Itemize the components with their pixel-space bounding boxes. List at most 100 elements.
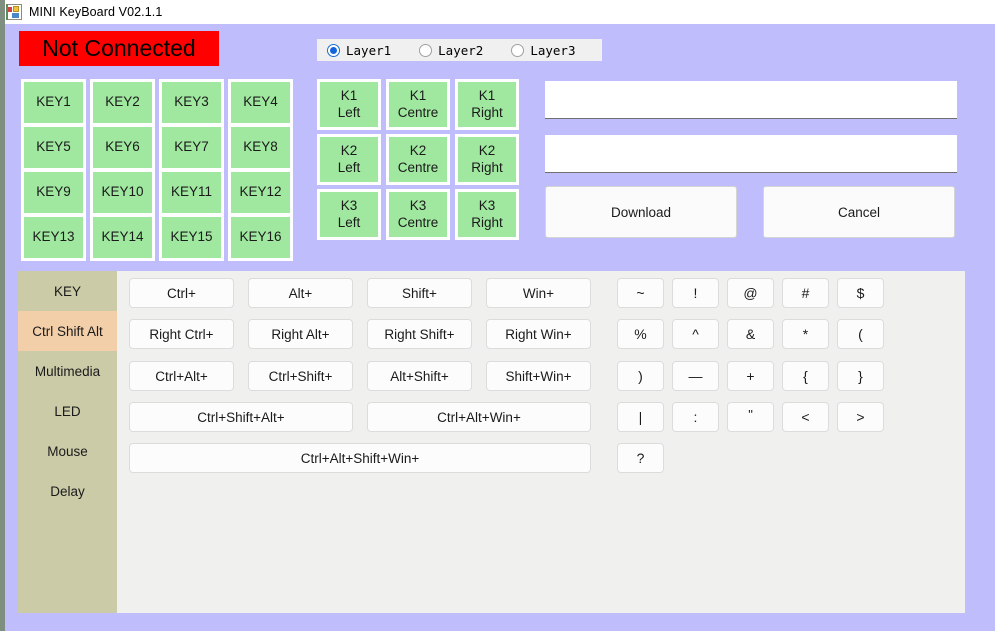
symbol-button-double-quote[interactable]: " [727, 402, 774, 432]
symbol-button-hash[interactable]: # [782, 278, 829, 308]
key-label: KEY8 [243, 139, 278, 155]
knob-label-line1: K1 [340, 88, 358, 104]
symbol-button-tilde[interactable]: ~ [617, 278, 664, 308]
key-button-key8[interactable]: KEY8 [228, 124, 293, 171]
symbol-button-ampersand[interactable]: & [727, 319, 774, 349]
sidebar-item-key[interactable]: KEY [18, 271, 117, 311]
symbol-button-brace-open[interactable]: { [782, 361, 829, 391]
layer-radio-layer2[interactable]: Layer2 [419, 43, 483, 58]
modifier-button-shift[interactable]: Shift+ [367, 278, 472, 308]
symbol-button-question[interactable]: ? [617, 443, 664, 473]
modifier-button-right-win[interactable]: Right Win+ [486, 319, 591, 349]
knob-button-k3-centre[interactable]: K3 Centre [386, 189, 450, 240]
key-button-key3[interactable]: KEY3 [159, 79, 224, 126]
key-button-key12[interactable]: KEY12 [228, 169, 293, 216]
modifier-button-right-shift[interactable]: Right Shift+ [367, 319, 472, 349]
key-button-key4[interactable]: KEY4 [228, 79, 293, 126]
key-label: KEY1 [36, 94, 71, 110]
knob-button-k3-right[interactable]: K3 Right [455, 189, 519, 240]
sidebar-item-delay[interactable]: Delay [18, 471, 117, 511]
modifier-button-right-ctrl[interactable]: Right Ctrl+ [129, 319, 234, 349]
key-button-key14[interactable]: KEY14 [90, 214, 155, 261]
key-label: KEY12 [239, 184, 282, 200]
knob-label-line1: K1 [478, 88, 496, 104]
layer-radio-layer3[interactable]: Layer3 [511, 43, 575, 58]
app-window-icon [6, 4, 22, 20]
key-button-key6[interactable]: KEY6 [90, 124, 155, 171]
key-label: KEY7 [174, 139, 209, 155]
symbol-button-pipe[interactable]: | [617, 402, 664, 432]
key-button-key7[interactable]: KEY7 [159, 124, 224, 171]
sidebar-item-ctrl-shift-alt[interactable]: Ctrl Shift Alt [18, 311, 117, 351]
symbol-button-plus[interactable]: + [727, 361, 774, 391]
symbol-button-paren-open[interactable]: ( [837, 319, 884, 349]
key-button-key9[interactable]: KEY9 [21, 169, 86, 216]
knob-button-k2-centre[interactable]: K2 Centre [386, 134, 450, 185]
knob-label-line1: K2 [340, 143, 358, 159]
symbol-button-at[interactable]: @ [727, 278, 774, 308]
symbol-button-brace-close[interactable]: } [837, 361, 884, 391]
modifier-button-ctrl[interactable]: Ctrl+ [129, 278, 234, 308]
layer-radio-label: Layer1 [346, 42, 392, 58]
knob-button-k2-left[interactable]: K2 Left [317, 134, 381, 185]
symbol-button-percent[interactable]: % [617, 319, 664, 349]
key-button-key1[interactable]: KEY1 [21, 79, 86, 126]
knob-button-k1-right[interactable]: K1 Right [455, 79, 519, 130]
knob-label-line2: Left [337, 159, 361, 175]
modifier-button-ctrl-alt-shift-win[interactable]: Ctrl+Alt+Shift+Win+ [129, 443, 591, 473]
knob-button-k1-centre[interactable]: K1 Centre [386, 79, 450, 130]
key-button-key10[interactable]: KEY10 [90, 169, 155, 216]
key-label: KEY16 [239, 229, 282, 245]
key-label: KEY2 [105, 94, 140, 110]
knob-button-k2-right[interactable]: K2 Right [455, 134, 519, 185]
key-button-key2[interactable]: KEY2 [90, 79, 155, 126]
knob-label-line2: Right [471, 159, 503, 175]
sidebar-item-multimedia[interactable]: Multimedia [18, 351, 117, 391]
macro-text-field-2[interactable] [545, 135, 957, 173]
sidebar-item-led[interactable]: LED [18, 391, 117, 431]
key-button-key16[interactable]: KEY16 [228, 214, 293, 261]
knob-button-k1-left[interactable]: K1 Left [317, 79, 381, 130]
key-label: KEY13 [32, 229, 75, 245]
key-button-key11[interactable]: KEY11 [159, 169, 224, 216]
symbol-button-asterisk[interactable]: * [782, 319, 829, 349]
layer-radio-layer1[interactable]: Layer1 [327, 43, 391, 58]
modifier-button-ctrl-alt-win[interactable]: Ctrl+Alt+Win+ [367, 402, 591, 432]
knob-label-line2: Left [337, 104, 361, 120]
key-button-key13[interactable]: KEY13 [21, 214, 86, 261]
symbol-button-caret[interactable]: ^ [672, 319, 719, 349]
knob-label-line2: Centre [397, 159, 439, 175]
layer-radio-label: Layer2 [438, 42, 484, 58]
knob-button-k3-left[interactable]: K3 Left [317, 189, 381, 240]
modifier-button-ctrl-alt[interactable]: Ctrl+Alt+ [129, 361, 234, 391]
symbol-button-underscore[interactable]: — [672, 361, 719, 391]
modifier-button-right-alt[interactable]: Right Alt+ [248, 319, 353, 349]
macro-text-field-1[interactable] [545, 81, 957, 119]
modifier-button-ctrl-shift[interactable]: Ctrl+Shift+ [248, 361, 353, 391]
cancel-button[interactable]: Cancel [763, 186, 955, 238]
knob-label-line2: Right [471, 104, 503, 120]
symbol-button-less-than[interactable]: < [782, 402, 829, 432]
symbol-button-greater-than[interactable]: > [837, 402, 884, 432]
knob-label-line1: K3 [478, 198, 496, 214]
symbol-button-paren-close[interactable]: ) [617, 361, 664, 391]
sidebar-item-mouse[interactable]: Mouse [18, 431, 117, 471]
radio-empty-icon [511, 43, 525, 57]
key-button-key5[interactable]: KEY5 [21, 124, 86, 171]
download-button[interactable]: Download [545, 186, 737, 238]
symbol-button-dollar[interactable]: $ [837, 278, 884, 308]
modifier-button-win[interactable]: Win+ [486, 278, 591, 308]
knob-label-line2: Centre [397, 214, 439, 230]
symbol-button-exclamation[interactable]: ! [672, 278, 719, 308]
key-label: KEY3 [174, 94, 209, 110]
knob-label-line1: K2 [478, 143, 496, 159]
key-label: KEY4 [243, 94, 278, 110]
key-label: KEY11 [170, 184, 213, 200]
modifier-button-shift-win[interactable]: Shift+Win+ [486, 361, 591, 391]
symbol-button-colon[interactable]: : [672, 402, 719, 432]
key-button-key15[interactable]: KEY15 [159, 214, 224, 261]
application-window: MINI KeyBoard V02.1.1 Not Connected Laye… [0, 0, 995, 631]
modifier-button-alt-shift[interactable]: Alt+Shift+ [367, 361, 472, 391]
modifier-button-ctrl-shift-alt[interactable]: Ctrl+Shift+Alt+ [129, 402, 353, 432]
modifier-button-alt[interactable]: Alt+ [248, 278, 353, 308]
